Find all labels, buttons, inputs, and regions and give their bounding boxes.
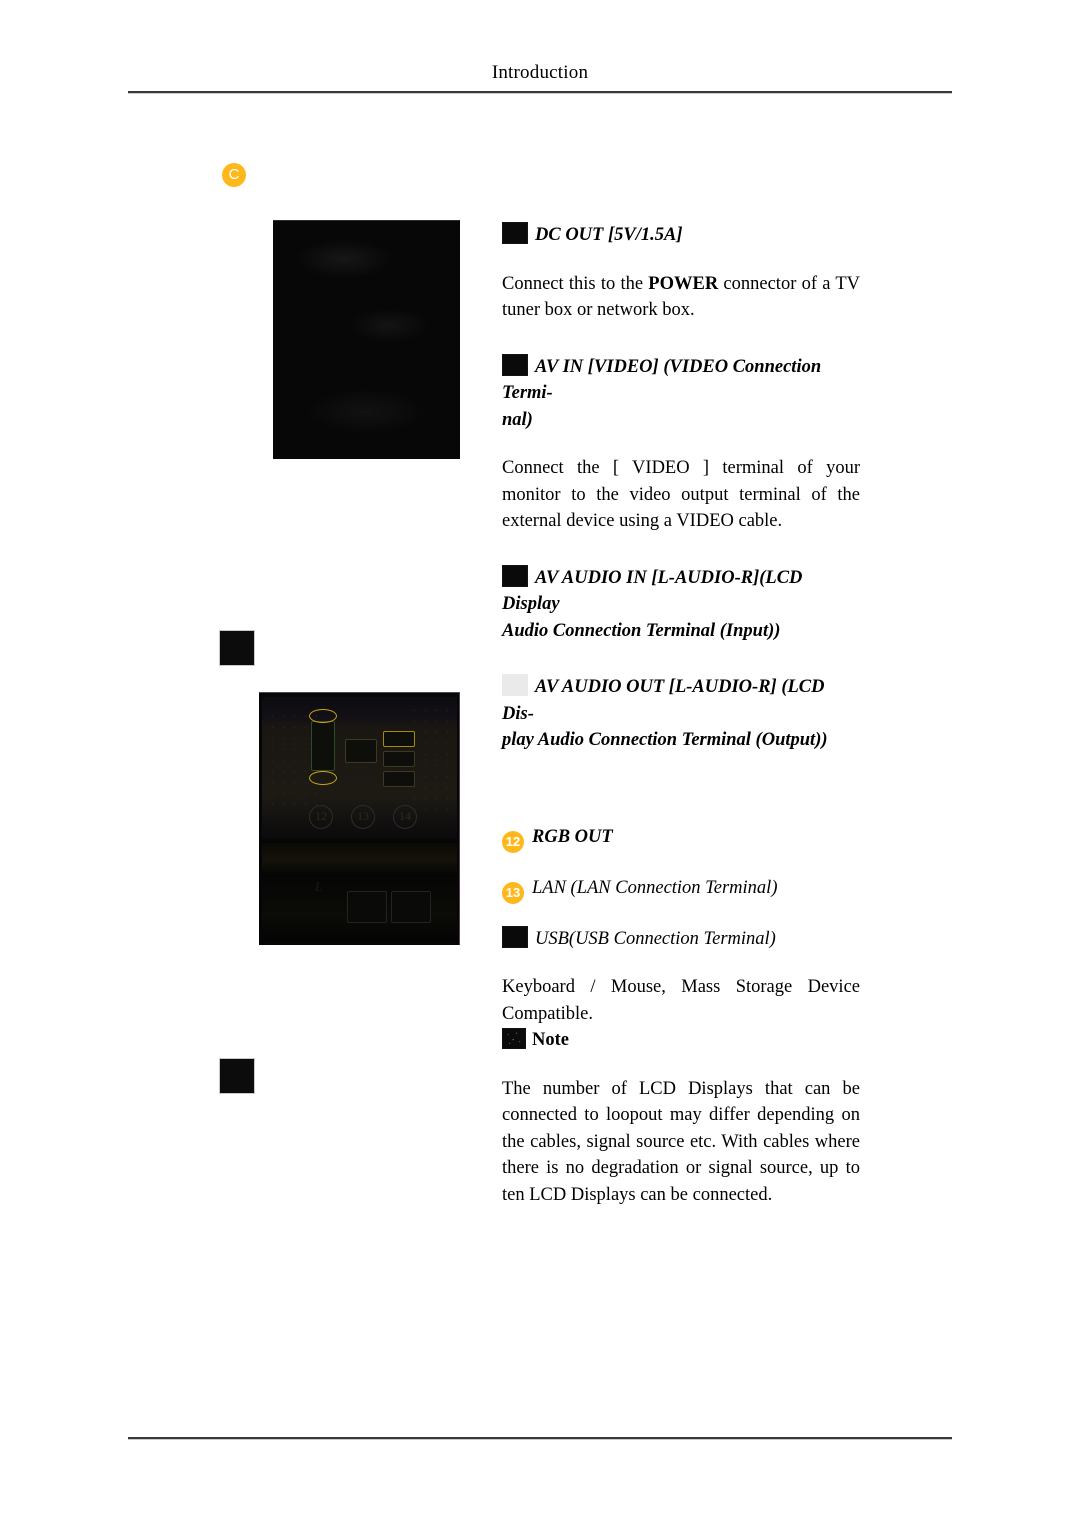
footer-rule — [128, 1437, 952, 1440]
entry-heading-dc-out: DC OUT [5V/1.5A] — [502, 222, 860, 249]
entry-heading-av-audio-out: AV AUDIO OUT [L-AUDIO-R] (LCD Dis- — [502, 674, 860, 727]
entry-heading-cont-av-audio-in: Audio Connection Terminal (Input)) — [502, 620, 781, 641]
photo-callout-14: 14 — [393, 805, 417, 829]
entry-heading-rgb-out: 12 RGB OUT — [502, 824, 860, 853]
content-column: DC OUT [5V/1.5A] Connect this to the POW… — [502, 222, 860, 1208]
page-header: Introduction — [128, 62, 952, 84]
usb-connector-2 — [383, 751, 415, 767]
note-icon — [502, 1028, 526, 1049]
entry-heading-text-usb: USB(USB Connection Terminal) — [535, 928, 776, 949]
entry-heading-text-av-in-video: AV IN [VIDEO] (VIDEO Connection Termi- — [502, 356, 822, 404]
margin-thumb-lower — [219, 1058, 255, 1094]
photo-callout-13: 13 — [351, 805, 375, 829]
entry-heading-text-av-audio-out: AV AUDIO OUT [L-AUDIO-R] (LCD Dis- — [502, 677, 825, 724]
entry-heading-cont-av-audio-out: play Audio Connection Terminal (Output)) — [502, 730, 828, 750]
dc-out-body-strong: POWER — [648, 273, 719, 294]
entry-body-av-in-video: Connect the [ VIDEO ] terminal of your m… — [502, 458, 860, 531]
running-head: Introduction — [491, 62, 589, 83]
entry-heading-av-audio-in: AV AUDIO IN [L-AUDIO-R](LCD Display — [502, 564, 860, 618]
header-rule — [128, 91, 952, 94]
photo-callout-12: 12 — [309, 805, 333, 829]
lan-connector — [345, 739, 377, 763]
badge-icon-usb — [502, 925, 528, 948]
entry-heading-text-dc-out: DC OUT [5V/1.5A] — [535, 225, 683, 245]
entry-heading-text-lan: LAN (LAN Connection Terminal) — [532, 877, 778, 898]
entry-heading-cont-av-in-video: nal) — [502, 409, 533, 430]
entry-body-dc-out: Connect this to the POWER connector of a… — [502, 271, 860, 324]
rgb-out-connector — [311, 721, 335, 771]
entry-body-usb: Keyboard / Mouse, Mass Storage Device Co… — [502, 977, 860, 1024]
badge-icon-av-audio-in — [502, 564, 528, 587]
entry-heading-text-rgb-out: RGB OUT — [532, 826, 613, 847]
connector-panel-photo-upper — [273, 220, 460, 459]
note-body: The number of LCD Displays that can be c… — [502, 1078, 860, 1205]
usb-connector-3 — [383, 771, 415, 787]
badge-icon-dc-out — [502, 222, 528, 244]
screw-ring-top — [309, 709, 337, 723]
connector-panel-photo-lower: 12 13 14 L — [259, 692, 460, 945]
dc-out-body-pre: Connect this to the — [502, 273, 649, 294]
panel-mid-strip — [262, 843, 457, 873]
screw-ring-bottom — [309, 771, 337, 785]
badge-icon-lan: 13 — [502, 881, 524, 904]
entry-heading-av-in-video: AV IN [VIDEO] (VIDEO Connection Termi- — [502, 353, 860, 407]
vent-holes-right — [409, 705, 451, 815]
entry-heading-usb: USB(USB Connection Terminal) — [502, 925, 860, 953]
panel-foot-right — [391, 891, 431, 923]
note-label: Note — [532, 1030, 569, 1050]
badge-icon-rgb-out: 12 — [502, 830, 524, 853]
badge-icon-av-audio-out — [502, 674, 528, 696]
entry-heading-lan: 13 LAN (LAN Connection Terminal) — [502, 875, 860, 904]
badge-icon-av-in-video — [502, 353, 528, 376]
panel-foot-left — [347, 891, 387, 923]
note-title: Note — [502, 1027, 860, 1054]
entry-heading-text-av-audio-in: AV AUDIO IN [L-AUDIO-R](LCD Display — [502, 567, 803, 615]
usb-connector-1 — [383, 731, 415, 747]
brand-logo-mark: L — [315, 879, 323, 894]
section-marker-c: C — [222, 163, 246, 187]
margin-thumb-upper — [219, 630, 255, 666]
